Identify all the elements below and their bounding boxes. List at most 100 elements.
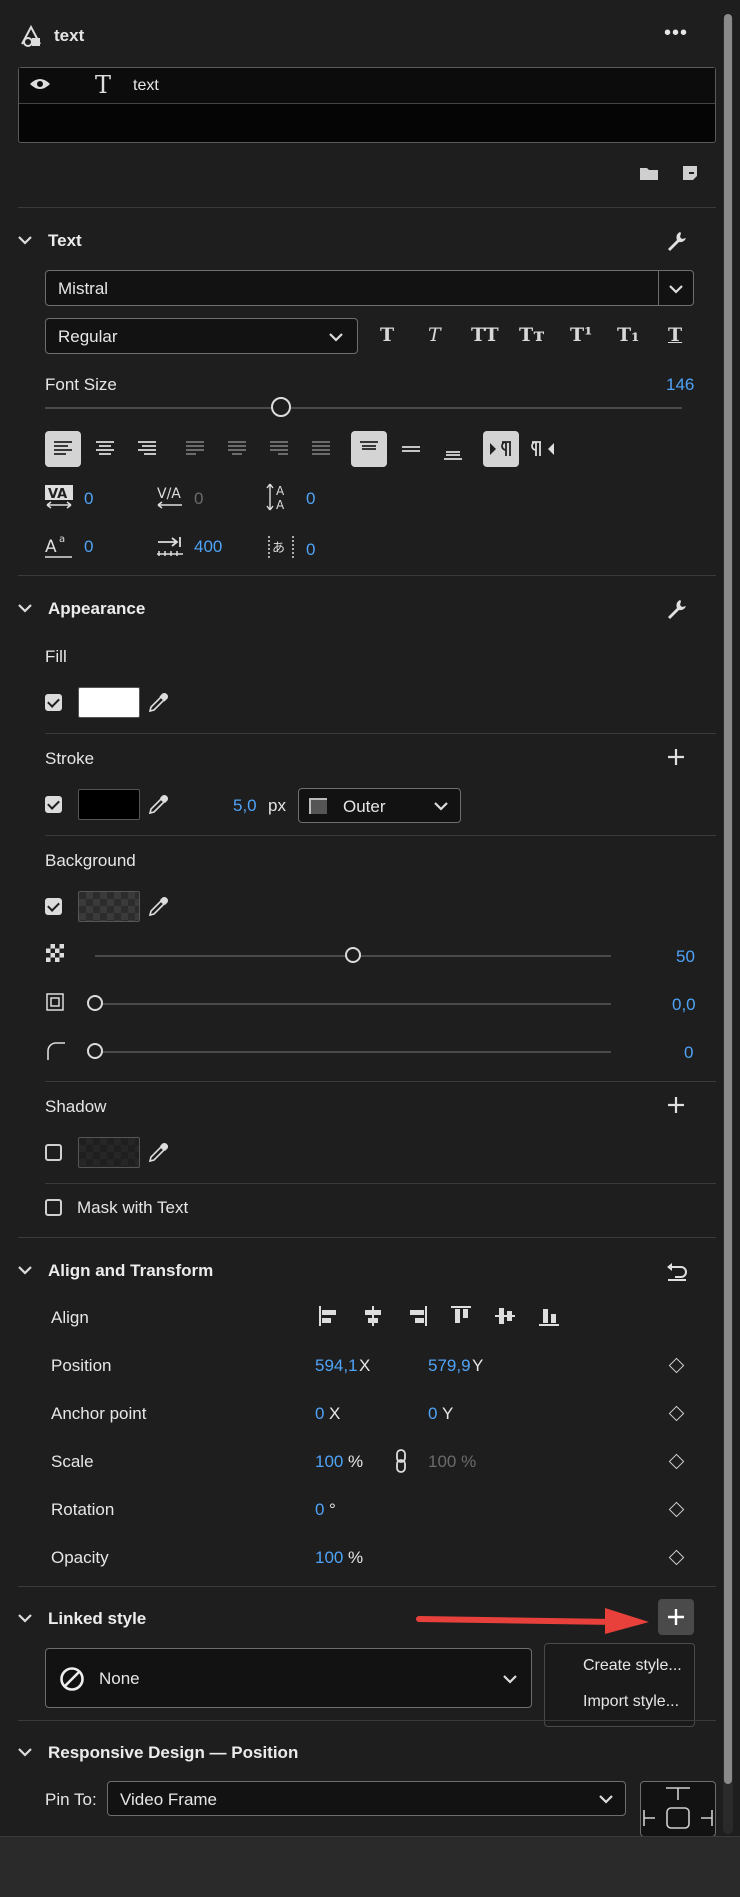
align-top-edges-icon[interactable] [449,1304,473,1328]
eye-icon[interactable] [29,76,51,97]
chevron-down-icon[interactable] [668,281,684,297]
mask-with-text-label[interactable]: Mask with Text [77,1198,188,1218]
section-title-appearance[interactable]: Appearance [48,599,145,619]
import-style-menu-item[interactable]: Import style... [583,1693,679,1711]
faux-italic-button[interactable]: T [428,324,441,346]
align-bottom-button[interactable] [435,434,471,470]
rotation-keyframe-icon[interactable] [668,1501,685,1518]
align-right-button[interactable] [129,431,165,467]
chevron-down-icon[interactable] [17,600,33,616]
folder-icon[interactable] [638,164,660,182]
subscript-button[interactable]: T₁ [617,324,639,346]
chevron-down-icon [503,1675,517,1684]
wrench-icon[interactable] [664,228,690,254]
chevron-down-icon[interactable] [17,1744,33,1760]
bg-size-value[interactable]: 0,0 [672,995,696,1015]
anchor-x-value[interactable]: 0 [315,1404,324,1424]
justify-right-button [261,431,297,467]
bg-size-slider[interactable] [95,1003,611,1005]
faux-bold-button[interactable]: T [380,324,394,346]
font-size-value[interactable]: 146 [666,375,694,395]
chevron-down-icon[interactable] [17,1610,33,1626]
tab-width-value[interactable]: 400 [194,537,222,557]
opacity-keyframe-icon[interactable] [668,1549,685,1566]
bg-opacity-value[interactable]: 50 [676,947,695,967]
chevron-down-icon[interactable] [17,232,33,248]
anchor-y-value[interactable]: 0 [428,1404,437,1424]
add-shadow-icon[interactable] [664,1093,688,1117]
add-stroke-icon[interactable] [664,745,688,769]
baseline-shift-value[interactable]: 0 [84,537,93,557]
shadow-color-swatch[interactable] [78,1137,140,1168]
add-style-button[interactable] [658,1599,694,1635]
align-top-button[interactable] [351,431,387,467]
create-style-menu-item[interactable]: Create style... [583,1657,682,1675]
bg-opacity-knob[interactable] [345,947,361,963]
position-y-value[interactable]: 579,9 [428,1356,471,1376]
eyedropper-icon[interactable] [147,690,171,714]
all-caps-button[interactable]: TT [471,324,499,346]
anchor-keyframe-icon[interactable] [668,1405,685,1422]
background-checkbox[interactable] [45,898,62,915]
font-size-slider[interactable] [45,407,682,409]
svg-text:a: a [59,534,65,545]
bg-corner-knob[interactable] [87,1043,103,1059]
new-item-icon[interactable] [680,164,700,182]
font-style-select[interactable]: Regular [45,318,358,354]
scale-keyframe-icon[interactable] [668,1453,685,1470]
stroke-color-swatch[interactable] [78,789,140,820]
position-x-value[interactable]: 594,1 [315,1356,358,1376]
align-right-edges-icon[interactable] [405,1304,429,1328]
scale-value[interactable]: 100 [315,1452,343,1472]
align-bottom-edges-icon[interactable] [537,1304,561,1328]
section-title-align-transform[interactable]: Align and Transform [48,1261,213,1281]
bg-size-knob[interactable] [87,995,103,1011]
eyedropper-icon[interactable] [147,792,171,816]
align-left-edges-icon[interactable] [317,1304,341,1328]
scrollbar-track[interactable] [723,14,733,1834]
position-keyframe-icon[interactable] [668,1357,685,1374]
opacity-value[interactable]: 100 [315,1548,343,1568]
align-middle-button[interactable] [393,431,429,467]
fill-color-swatch[interactable] [78,687,140,718]
tsume-value[interactable]: 0 [306,540,315,560]
wrench-icon[interactable] [664,596,690,622]
kerning-value[interactable]: 0 [84,489,93,509]
bg-corner-slider[interactable] [95,1051,611,1053]
bg-corner-value[interactable]: 0 [684,1043,693,1063]
reset-icon[interactable] [664,1258,690,1284]
align-center-button[interactable] [87,431,123,467]
chevron-down-icon[interactable] [17,1262,33,1278]
linked-style-select[interactable]: None [45,1648,532,1708]
stroke-checkbox[interactable] [45,796,62,813]
eyedropper-icon[interactable] [147,894,171,918]
mask-with-text-checkbox[interactable] [45,1199,62,1216]
superscript-button[interactable]: T¹ [570,324,592,346]
pin-to-select[interactable]: Video Frame [107,1781,626,1816]
scrollbar-thumb[interactable] [724,14,732,1784]
align-horizontal-center-icon[interactable] [361,1304,385,1328]
section-title-linked-style[interactable]: Linked style [48,1609,146,1629]
more-options-icon[interactable]: ••• [664,22,688,45]
link-icon[interactable] [393,1449,409,1473]
font-size-knob[interactable] [270,397,291,417]
underline-button[interactable]: T [668,324,682,346]
section-title-responsive[interactable]: Responsive Design — Position [48,1743,298,1763]
section-title-text[interactable]: Text [48,231,82,251]
align-left-button[interactable] [45,431,81,467]
align-vertical-center-icon[interactable] [493,1304,517,1328]
layer-row[interactable]: T text [19,68,715,104]
stroke-width-value[interactable]: 5,0 [233,796,257,816]
rotation-value[interactable]: 0 [315,1500,324,1520]
pin-edges-widget[interactable] [640,1781,716,1837]
stroke-type-select[interactable]: Outer [298,788,461,823]
rtl-direction-button[interactable] [525,431,561,467]
background-color-swatch[interactable] [78,891,140,922]
small-caps-button[interactable]: Tт [519,324,545,346]
shadow-checkbox[interactable] [45,1144,62,1161]
fill-checkbox[interactable] [45,694,62,711]
eyedropper-icon[interactable] [147,1140,171,1164]
leading-value[interactable]: 0 [306,489,315,509]
font-family-select[interactable]: Mistral [45,270,694,306]
ltr-direction-button[interactable] [483,431,519,467]
